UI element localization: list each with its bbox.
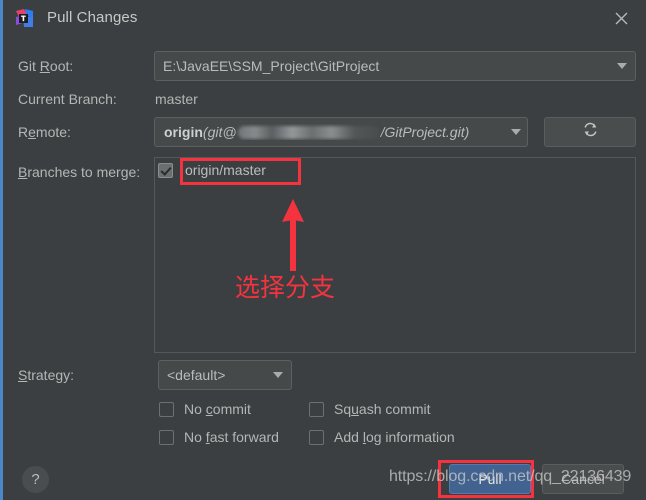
branch-checkbox[interactable] <box>158 162 173 178</box>
branch-list-item[interactable]: origin/master <box>158 162 266 178</box>
branches-list[interactable]: origin/master <box>154 157 636 353</box>
checkbox-box[interactable] <box>309 401 324 417</box>
pull-changes-dialog: Pull Changes Git Root: E:\JavaEE\SSM_Pro… <box>0 0 646 500</box>
git-root-label: Git Root: <box>18 58 74 74</box>
checkbox-no-commit[interactable]: No commit <box>159 401 251 417</box>
strategy-value: <default> <box>167 367 226 383</box>
checkbox-box[interactable] <box>159 401 174 417</box>
git-root-value: E:\JavaEE\SSM_Project\GitProject <box>163 58 380 74</box>
checkbox-squash-commit[interactable]: Squash commit <box>309 401 431 417</box>
branch-name: origin/master <box>185 162 266 178</box>
pull-button[interactable]: Pull <box>449 464 531 494</box>
chevron-down-icon <box>273 372 283 378</box>
chevron-down-icon <box>511 129 521 135</box>
refresh-button[interactable] <box>544 117 636 147</box>
git-root-combobox[interactable]: E:\JavaEE\SSM_Project\GitProject <box>154 51 636 81</box>
checkbox-label: No fast forward <box>184 429 279 445</box>
current-branch-label: Current Branch: <box>18 91 117 107</box>
checkbox-add-log-information[interactable]: Add log information <box>309 429 455 445</box>
chevron-down-icon <box>617 63 627 69</box>
checkbox-label: Squash commit <box>334 401 431 417</box>
cancel-button[interactable]: Cancel <box>542 464 624 494</box>
checkbox-no-fast-forward[interactable]: No fast forward <box>159 429 279 445</box>
checkbox-box[interactable] <box>309 429 324 445</box>
remote-suffix: /GitProject.git <box>380 124 465 140</box>
intellij-idea-icon <box>14 8 35 29</box>
remote-combobox[interactable]: origin(git@/GitProject.git) <box>154 117 528 147</box>
refresh-icon <box>582 121 599 143</box>
close-icon[interactable] <box>604 2 638 34</box>
branches-to-merge-label: Branches to merge: <box>18 164 141 180</box>
window-title: Pull Changes <box>47 9 138 26</box>
remote-label: Remote: <box>18 124 71 140</box>
title-bar: Pull Changes <box>3 0 646 38</box>
remote-close-paren: ) <box>464 124 470 140</box>
checkbox-label: No commit <box>184 401 251 417</box>
remote-blurred-host <box>237 126 380 139</box>
remote-prefix: git@ <box>207 124 237 140</box>
checkbox-box[interactable] <box>159 429 174 445</box>
strategy-label: Strategy: <box>18 367 75 383</box>
strategy-combobox[interactable]: <default> <box>158 360 292 390</box>
remote-value: origin(git@/GitProject.git) <box>164 124 505 140</box>
help-button[interactable]: ? <box>22 466 49 493</box>
remote-origin: origin <box>164 124 203 140</box>
checkbox-label: Add log information <box>334 429 455 445</box>
current-branch-value: master <box>155 91 198 107</box>
